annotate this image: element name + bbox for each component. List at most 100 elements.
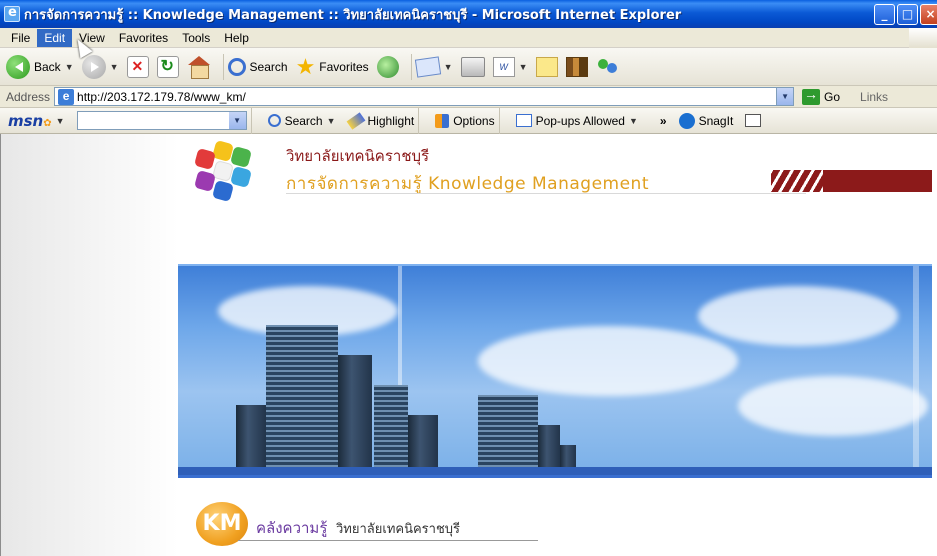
college-logo-icon[interactable]	[192, 139, 272, 203]
cloud	[738, 376, 928, 436]
toolbar-separator	[250, 107, 252, 134]
chevron-down-icon[interactable]: ▼	[65, 62, 74, 72]
chevron-down-icon[interactable]: ▼	[110, 62, 119, 72]
popups-button[interactable]: Pop-ups Allowed ▼	[515, 113, 638, 128]
km-section: KM คลังความรู้ วิทยาลัยเทคนิคราชบุรี	[178, 478, 937, 556]
menu-help[interactable]: Help	[217, 29, 256, 47]
search-icon	[267, 114, 281, 127]
word-icon: W	[492, 56, 515, 77]
chevron-down-icon[interactable]: ▼	[629, 116, 638, 126]
options-button[interactable]: Options	[435, 113, 495, 128]
maximize-button[interactable]: □	[897, 4, 918, 25]
title-bar: การจัดการความรู้ :: Knowledge Management…	[0, 0, 937, 28]
snagit-button[interactable]: SnagIt	[678, 112, 734, 129]
search-icon	[227, 57, 246, 76]
note-icon	[535, 56, 558, 77]
standard-toolbar: Back ▼ ▼ Search ★ Favorites ▼ W ▼	[0, 48, 937, 86]
menu-tools[interactable]: Tools	[175, 29, 217, 47]
home-icon	[187, 55, 211, 79]
snagit-label: SnagIt	[698, 113, 734, 128]
back-label: Back	[34, 59, 61, 74]
building	[266, 325, 338, 475]
logo-cell	[193, 147, 217, 171]
address-bar: Address e http://203.172.179.78/www_km/ …	[0, 86, 937, 108]
windows-flag-icon	[909, 28, 937, 48]
go-button[interactable]: Go	[802, 86, 841, 105]
print-button[interactable]	[460, 56, 485, 77]
chevron-down-icon[interactable]: ▼	[228, 112, 246, 129]
go-label: Go	[824, 89, 841, 104]
back-button[interactable]: Back ▼	[6, 54, 74, 79]
forward-button[interactable]: ▼	[81, 54, 119, 79]
building	[408, 415, 438, 475]
msn-search-input[interactable]: ▼	[76, 111, 247, 130]
menu-file[interactable]: File	[4, 29, 37, 47]
highlight-button[interactable]: Highlight	[346, 111, 415, 130]
edit-button[interactable]: W ▼	[492, 56, 528, 77]
messenger-button[interactable]	[596, 57, 620, 77]
toolbar-separator	[498, 107, 500, 134]
cloud	[698, 286, 898, 346]
capture-icon	[745, 114, 762, 127]
snagit-capture-button[interactable]	[745, 114, 765, 127]
minimize-button[interactable]: _	[874, 4, 895, 25]
header-divider	[286, 193, 806, 194]
favorites-star-icon: ★	[295, 53, 316, 79]
refresh-icon	[156, 55, 179, 78]
mail-icon	[414, 55, 441, 78]
menu-edit[interactable]: Edit	[37, 28, 73, 47]
butterfly-icon: ✿	[43, 117, 52, 129]
history-button[interactable]	[376, 55, 399, 78]
address-input[interactable]: e http://203.172.179.78/www_km/ ▼	[54, 87, 795, 106]
chevron-down-icon[interactable]: ▼	[776, 88, 794, 105]
km-title[interactable]: คลังความรู้	[256, 516, 327, 540]
left-gutter	[0, 134, 178, 556]
chevron-down-icon[interactable]: ▼	[519, 62, 528, 72]
chevron-down-icon[interactable]: ▼	[444, 62, 453, 72]
toolbar-separator	[418, 107, 420, 134]
discuss-button[interactable]	[535, 56, 558, 77]
home-button[interactable]	[187, 55, 211, 79]
ie-app-icon[interactable]	[4, 5, 20, 22]
logo-cell	[229, 165, 253, 189]
msn-logo[interactable]: msn✿	[8, 112, 52, 130]
books-icon	[565, 56, 588, 77]
stop-button[interactable]	[126, 55, 149, 78]
address-url[interactable]: http://203.172.179.78/www_km/	[77, 90, 246, 104]
stop-icon	[126, 55, 149, 78]
popups-label: Pop-ups Allowed	[535, 113, 625, 128]
highlighter-icon	[346, 111, 365, 130]
options-icon	[435, 113, 450, 128]
msn-search-button[interactable]: Search ▼	[267, 113, 336, 128]
km-divider	[238, 540, 538, 541]
chevron-down-icon[interactable]: ▼	[327, 116, 336, 126]
close-button[interactable]: ×	[920, 4, 937, 25]
menu-favorites[interactable]: Favorites	[112, 29, 175, 47]
toolbar-separator	[222, 53, 224, 80]
search-label: Search	[249, 59, 288, 74]
research-button[interactable]	[565, 56, 588, 77]
page-viewport[interactable]: วิทยาลัยเทคนิคราชบุรี การจัดการความรู้ K…	[0, 134, 937, 556]
site-header: วิทยาลัยเทคนิคราชบุรี การจัดการความรู้ K…	[178, 134, 937, 264]
msn-search-label: Search	[284, 113, 323, 128]
links-button[interactable]: Links	[860, 90, 888, 104]
more-chevron-icon[interactable]: »	[660, 114, 667, 128]
logo-cell	[229, 145, 253, 169]
mail-button[interactable]: ▼	[414, 55, 453, 78]
header-stripes	[763, 170, 823, 192]
refresh-button[interactable]	[156, 55, 179, 78]
search-button[interactable]: Search	[227, 57, 288, 76]
msn-logo-text: msn	[8, 111, 44, 130]
logo-cell	[211, 179, 235, 203]
printer-icon	[460, 56, 485, 77]
building	[478, 395, 538, 475]
favorites-button[interactable]: ★ Favorites	[295, 53, 369, 79]
messenger-icon	[596, 57, 620, 77]
page-icon: e	[58, 88, 75, 105]
km-subtitle: วิทยาลัยเทคนิคราชบุรี	[336, 522, 461, 537]
banner-base	[178, 467, 937, 475]
address-label: Address	[6, 89, 51, 104]
banner-image	[178, 264, 937, 478]
chevron-down-icon[interactable]: ▼	[56, 116, 65, 126]
highlight-label: Highlight	[367, 113, 415, 128]
